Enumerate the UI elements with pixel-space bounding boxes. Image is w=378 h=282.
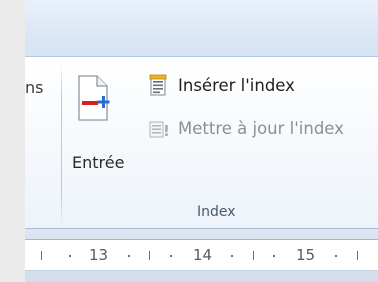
ruler-area: 13 14 15 — [25, 229, 378, 282]
ruler-number: 13 — [89, 246, 109, 264]
word-window: ns Entrée Insérer l'index ! Mettre à jou… — [25, 0, 378, 282]
insert-index-button[interactable]: Insérer l'index — [148, 72, 295, 98]
group-separator — [61, 63, 62, 225]
mark-entry-icon — [78, 75, 110, 121]
ruler-number: 15 — [296, 246, 316, 264]
update-index-label: Mettre à jour l'index — [178, 118, 344, 138]
ruler-tick — [41, 251, 42, 260]
update-index-button[interactable]: ! Mettre à jour l'index — [148, 115, 344, 141]
index-group-label: Index — [197, 204, 236, 220]
ruler-tick — [253, 251, 254, 260]
ruler-tick — [149, 251, 150, 260]
update-index-icon: ! — [149, 121, 170, 139]
svg-text:!: ! — [163, 122, 170, 139]
ruler-dot — [69, 255, 71, 257]
ruler-tick — [357, 251, 358, 260]
ruler-dot — [231, 255, 233, 257]
left-margin-strip — [0, 0, 25, 282]
horizontal-ruler[interactable]: 13 14 15 — [25, 239, 378, 271]
ruler-dot — [335, 255, 337, 257]
insert-index-label: Insérer l'index — [178, 75, 295, 95]
ruler-number: 14 — [193, 246, 213, 264]
mark-entry-label: Entrée — [72, 153, 125, 172]
mark-entry-button[interactable]: Entrée — [69, 65, 141, 181]
ribbon-panel: ns Entrée Insérer l'index ! Mettre à jou… — [25, 57, 378, 228]
ruler-dot — [170, 255, 172, 257]
insert-index-icon — [149, 74, 167, 96]
ribbon-tab-bar — [25, 0, 378, 57]
previous-group-partial-label: ns — [25, 78, 44, 97]
ruler-dot — [128, 255, 130, 257]
ruler-dot — [273, 255, 275, 257]
